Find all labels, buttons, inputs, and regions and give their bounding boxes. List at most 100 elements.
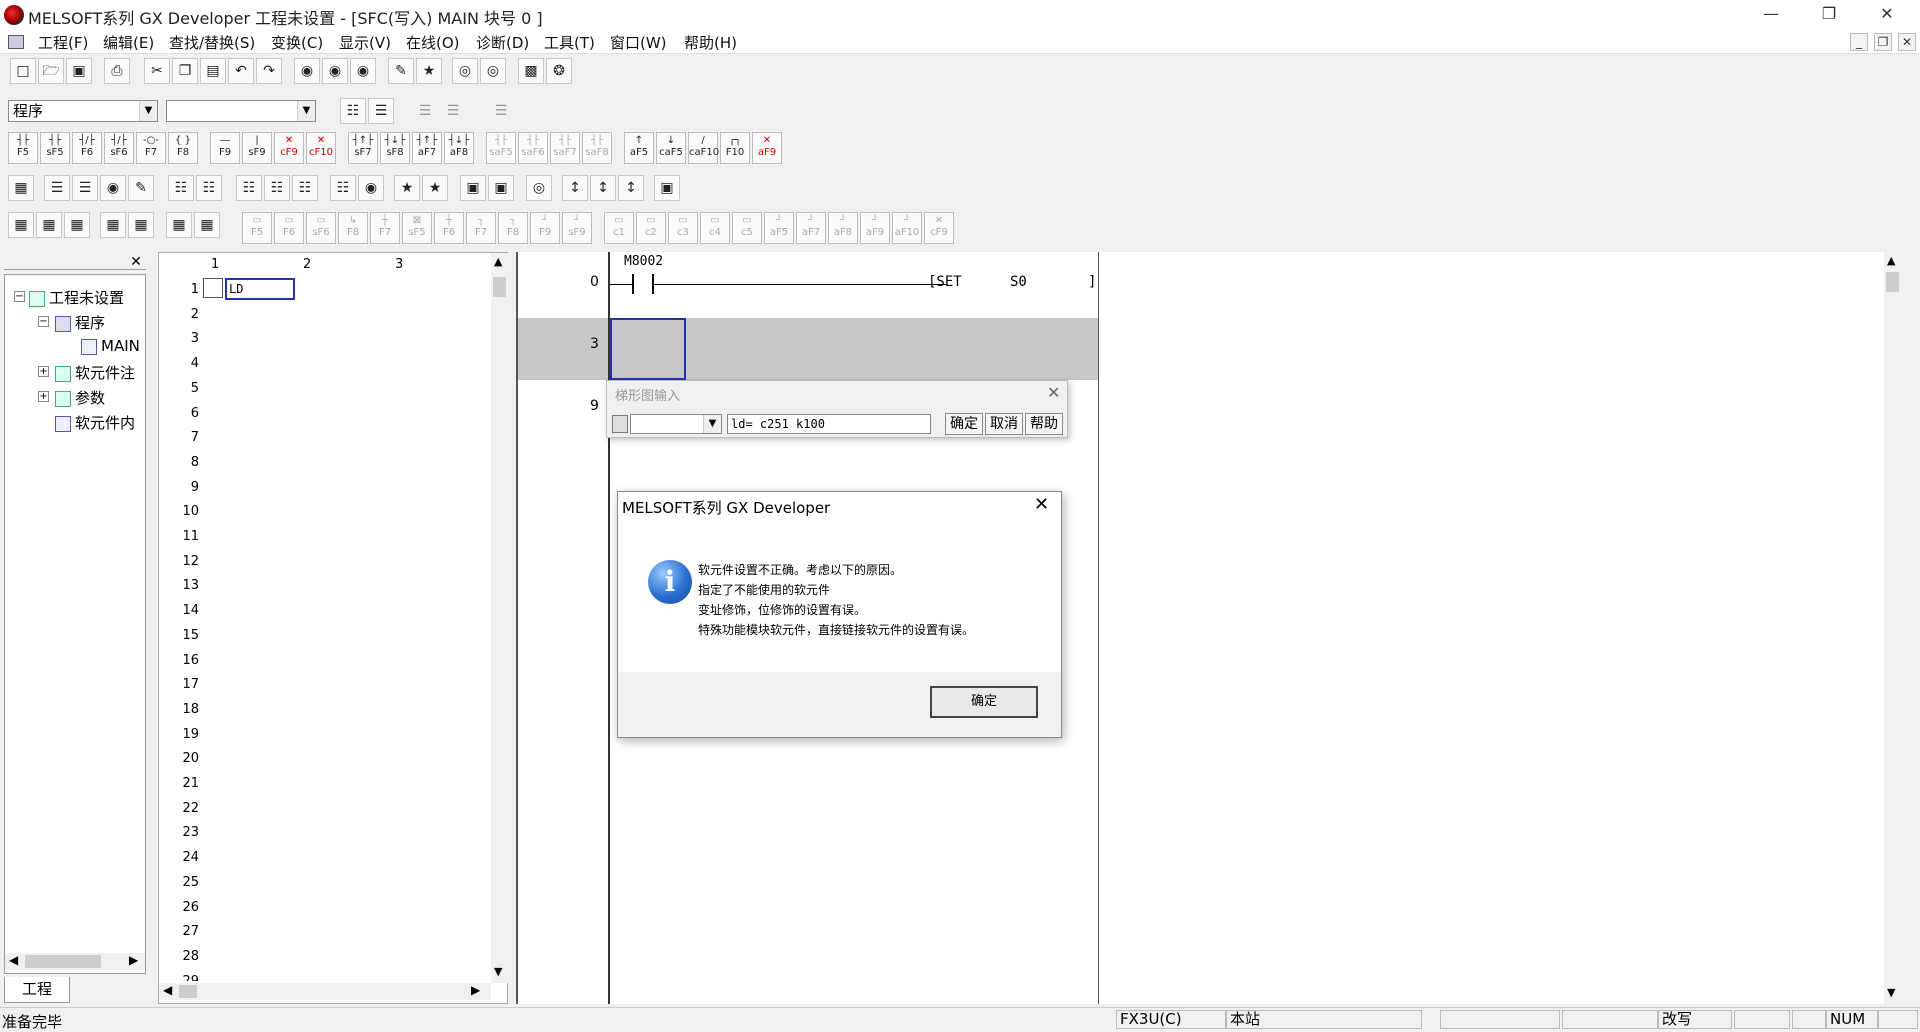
tool-icon-12[interactable]: ◉	[358, 175, 384, 201]
doc-system-icon[interactable]	[8, 35, 24, 49]
program-combo[interactable]: 程序 ▼	[8, 100, 158, 122]
line-delete-button[interactable]: ✕ aF9	[752, 132, 782, 164]
copy-icon[interactable]: ❐	[172, 58, 198, 84]
sfc-div-1-button[interactable]: ┐ F7	[466, 212, 496, 244]
sfc-step-button[interactable]: ▭ F5	[242, 212, 272, 244]
sfc-transition-button[interactable]: ┼ F7	[370, 212, 400, 244]
sfc-div-2-button[interactable]: ┐ F8	[498, 212, 528, 244]
sfc-view-icon[interactable]: ☰	[368, 98, 394, 124]
tool-icon-20[interactable]: ↕	[618, 175, 644, 201]
menu-view[interactable]: 显示(V)	[339, 32, 391, 53]
menu-edit[interactable]: 编辑(E)	[103, 32, 154, 53]
list-vscrollbar[interactable]: ▲ ▼	[491, 253, 508, 983]
plc-read-icon[interactable]: ★	[416, 58, 442, 84]
scroll-down-icon[interactable]: ▼	[1887, 986, 1895, 999]
sfc-tool-4-icon[interactable]: ▦	[100, 212, 126, 238]
project-hscrollbar[interactable]: ◀ ▶	[5, 953, 145, 970]
menu-window[interactable]: 窗口(W)	[610, 32, 667, 53]
minimize-icon[interactable]: —	[1742, 0, 1800, 30]
list-view-icon[interactable]: ☰	[488, 98, 514, 124]
scroll-right-icon[interactable]: ▶	[471, 983, 480, 997]
tool-icon-4[interactable]: ◉	[100, 175, 126, 201]
redo-icon[interactable]: ↷	[256, 58, 282, 84]
collapse-root-icon[interactable]: −	[14, 291, 25, 302]
line-write-button[interactable]: ┌┐ F10	[720, 132, 750, 164]
vline-button[interactable]: | sF9	[242, 132, 272, 164]
collapse-program-icon[interactable]: −	[38, 316, 49, 327]
menu-project[interactable]: 工程(F)	[38, 32, 88, 53]
op-rise-button[interactable]: ↑ aF5	[624, 132, 654, 164]
tool-icon-1[interactable]: ▦	[8, 175, 34, 201]
save-icon[interactable]: ▣	[66, 58, 92, 84]
tree-device-memory[interactable]: 软元件内	[55, 412, 135, 433]
ladder-symbol-icon[interactable]	[612, 415, 628, 433]
sfc-af10-button[interactable]: ┘ aF10	[892, 212, 922, 244]
ladder-input-close-icon[interactable]: ✕	[1047, 383, 1060, 402]
comment-icon[interactable]: ☰	[412, 98, 438, 124]
ladder-vscrollbar[interactable]: ▲ ▼	[1884, 252, 1901, 1004]
disabled-symbol-4-button[interactable]: ┤├ saF8	[582, 132, 612, 164]
sfc-jump-button[interactable]: ↳ F8	[338, 212, 368, 244]
tool-icon-5[interactable]: ✎	[128, 175, 154, 201]
tool-icon-7[interactable]: ☷	[196, 175, 222, 201]
plc-write-icon[interactable]: ✎	[388, 58, 414, 84]
sfc-af9-button[interactable]: ┘ aF9	[860, 212, 890, 244]
ladder-input-field[interactable]: ld= c251 k100	[727, 414, 931, 434]
project-panel-close-icon[interactable]: ✕	[128, 255, 144, 271]
falling-parallel-button[interactable]: ┤↓├ aF8	[444, 132, 474, 164]
contact-nc-button[interactable]: ┤/├ F6	[72, 132, 102, 164]
restore-icon[interactable]: ❐	[1800, 0, 1858, 30]
sfc-tool-2-icon[interactable]: ▦	[36, 212, 62, 238]
sfc-c1-button[interactable]: ▭ c1	[604, 212, 634, 244]
scroll-left-icon[interactable]: ◀	[163, 983, 172, 997]
ladder-input-cancel-button[interactable]: 取消	[985, 413, 1023, 435]
monitor-icon[interactable]: ◎	[452, 58, 478, 84]
sfc-tool-5-icon[interactable]: ▦	[128, 212, 154, 238]
print-icon[interactable]: ⎙	[104, 58, 130, 84]
undo-icon[interactable]: ↶	[228, 58, 254, 84]
diagnostics-icon[interactable]: ❂	[546, 58, 572, 84]
menu-convert[interactable]: 变换(C)	[271, 32, 323, 53]
scroll-right-icon[interactable]: ▶	[129, 953, 138, 967]
sfc-c3-button[interactable]: ▭ c3	[668, 212, 698, 244]
sfc-parallel-button[interactable]: ┼ F6	[434, 212, 464, 244]
menu-find-replace[interactable]: 查找/替换(S)	[169, 32, 255, 53]
message-box-close-icon[interactable]: ✕	[1034, 494, 1049, 515]
instruction-button[interactable]: { } F8	[168, 132, 198, 164]
mdi-close-icon[interactable]: ✕	[1898, 33, 1916, 51]
sfc-div-3-button[interactable]: ┘ F9	[530, 212, 560, 244]
scroll-up-icon[interactable]: ▲	[494, 255, 502, 268]
tool-icon-6[interactable]: ☷	[168, 175, 194, 201]
sfc-af8-button[interactable]: ┘ aF8	[828, 212, 858, 244]
tool-icon-17[interactable]: ◎	[526, 175, 552, 201]
tool-icon-11[interactable]: ☷	[330, 175, 356, 201]
tree-root[interactable]: 工程未设置	[29, 287, 124, 308]
data-name-combo[interactable]: ▼	[166, 100, 316, 122]
monitor-stop-icon[interactable]: ◎	[480, 58, 506, 84]
tool-icon-14[interactable]: ★	[422, 175, 448, 201]
sfc-block-button[interactable]: ▭ F6	[274, 212, 304, 244]
sfc-cf9-button[interactable]: ✕ cF9	[924, 212, 954, 244]
open-folder-icon[interactable]: 🗁	[38, 58, 64, 84]
ladder-symbol-combo[interactable]: ▼	[630, 414, 722, 434]
menu-help[interactable]: 帮助(H)	[684, 32, 737, 53]
find-instruction-icon[interactable]: ◉	[322, 58, 348, 84]
paste-icon[interactable]: ▤	[200, 58, 226, 84]
sfc-c2-button[interactable]: ▭ c2	[636, 212, 666, 244]
parallel-nc-button[interactable]: ┤/├ sF6	[104, 132, 134, 164]
list-cell-input[interactable]: LD	[225, 278, 295, 300]
ladder-view-icon[interactable]: ☷	[340, 98, 366, 124]
cut-icon[interactable]: ✂	[144, 58, 170, 84]
tool-icon-16[interactable]: ▣	[488, 175, 514, 201]
sfc-tool-1-icon[interactable]: ▦	[8, 212, 34, 238]
rising-edge-button[interactable]: ┤↑├ sF7	[348, 132, 378, 164]
new-file-icon[interactable]: □	[10, 58, 36, 84]
disabled-symbol-2-button[interactable]: ┤├ saF6	[518, 132, 548, 164]
tool-icon-2[interactable]: ☰	[44, 175, 70, 201]
disabled-symbol-3-button[interactable]: ┤├ saF7	[550, 132, 580, 164]
tree-main[interactable]: MAIN	[81, 337, 140, 355]
hline-button[interactable]: ― F9	[210, 132, 240, 164]
project-hscroll-thumb[interactable]	[25, 955, 101, 968]
op-fall-button[interactable]: ↓ caF5	[656, 132, 686, 164]
tool-icon-13[interactable]: ★	[394, 175, 420, 201]
